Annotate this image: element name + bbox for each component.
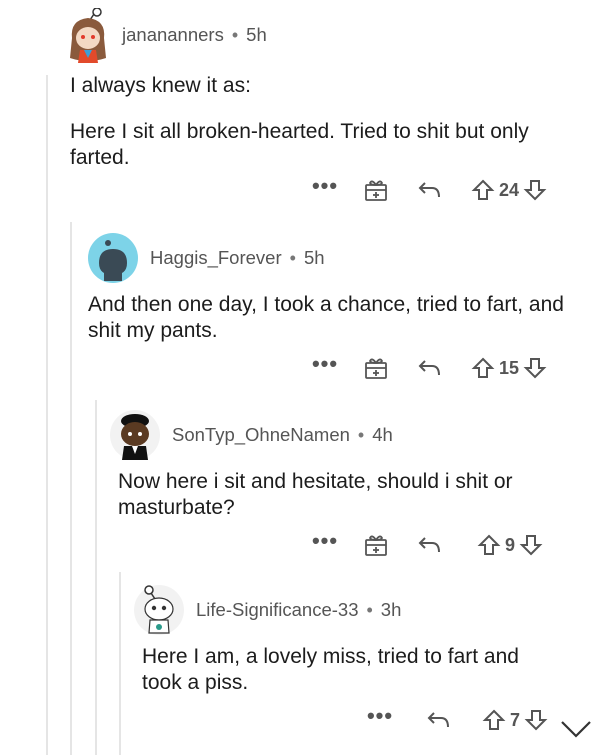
comment-janananners: janananners • 5h I always knew it as: He… — [70, 5, 590, 171]
avatar[interactable] — [66, 6, 110, 63]
comment-actions: ••• 24 — [305, 175, 547, 203]
username[interactable]: SonTyp_OhneNamen — [172, 424, 350, 446]
thread-line-3[interactable] — [95, 400, 97, 755]
comment-life-significance-33: Life-Significance-33 • 3h Here I am, a l… — [134, 580, 594, 696]
comment-text: And then one day, I took a chance, tried… — [88, 293, 564, 342]
upvote-arrow-icon[interactable] — [471, 178, 495, 202]
separator-dot: • — [231, 24, 239, 45]
downvote-arrow-icon[interactable] — [523, 178, 547, 202]
comment-haggis-forever: Haggis_Forever • 5h And then one day, I … — [88, 228, 588, 344]
avatar[interactable] — [110, 410, 160, 460]
comment-text: Here I am, a lovely miss, tried to fart … — [142, 645, 519, 694]
more-options-icon[interactable]: ••• — [305, 530, 345, 554]
reply-arrow-icon[interactable] — [426, 709, 452, 731]
separator-dot: • — [289, 247, 296, 268]
vote-count: 24 — [499, 179, 520, 200]
comment-header: Life-Significance-33 • 3h — [134, 580, 594, 640]
vote-count: 9 — [505, 534, 516, 555]
reply-arrow-icon[interactable] — [417, 179, 443, 201]
comment-text-line-2: Here I sit all broken-hearted. Tried to … — [70, 120, 529, 169]
timestamp: 4h — [372, 424, 393, 445]
upvote-arrow-icon[interactable] — [471, 356, 495, 380]
more-options-icon[interactable]: ••• — [305, 175, 345, 199]
comment-actions: ••• 9 — [305, 530, 543, 558]
more-options-icon[interactable]: ••• — [305, 353, 345, 377]
comment-actions: ••• 15 — [305, 353, 547, 381]
thread-line-4[interactable] — [119, 572, 121, 755]
avatar[interactable] — [134, 585, 184, 635]
collapse-thread-button[interactable] — [550, 710, 602, 755]
vote-count: 7 — [510, 709, 521, 730]
vote-count: 15 — [499, 357, 520, 378]
thread-line-1[interactable] — [46, 75, 48, 755]
timestamp: 5h — [246, 24, 267, 45]
award-gift-icon[interactable] — [363, 532, 389, 558]
thread-line-2[interactable] — [70, 222, 72, 755]
downvote-arrow-icon[interactable] — [519, 533, 543, 557]
comment-actions: ••• 7 — [360, 705, 548, 732]
timestamp: 5h — [303, 247, 325, 268]
upvote-arrow-icon[interactable] — [482, 708, 506, 732]
comment-text-line-1: I always knew it as: — [70, 74, 251, 97]
reply-arrow-icon[interactable] — [417, 357, 443, 379]
username[interactable]: Life-Significance-33 — [196, 599, 358, 621]
award-gift-icon[interactable] — [363, 355, 389, 381]
reply-arrow-icon[interactable] — [417, 534, 443, 556]
username[interactable]: Haggis_Forever — [150, 247, 282, 269]
separator-dot: • — [366, 599, 373, 620]
separator-dot: • — [357, 424, 365, 445]
upvote-arrow-icon[interactable] — [477, 533, 501, 557]
chevron-down-icon — [556, 716, 596, 749]
username[interactable]: janananners — [122, 24, 224, 46]
downvote-arrow-icon[interactable] — [523, 356, 547, 380]
comment-header: SonTyp_OhneNamen • 4h — [110, 405, 590, 465]
avatar[interactable] — [88, 233, 138, 283]
award-gift-icon[interactable] — [363, 177, 389, 203]
comment-text: Now here i sit and hesitate, should i sh… — [118, 470, 513, 519]
more-options-icon[interactable]: ••• — [360, 705, 400, 729]
comment-header: Haggis_Forever • 5h — [88, 228, 588, 288]
downvote-arrow-icon[interactable] — [524, 708, 548, 732]
comment-header: janananners • 5h — [70, 5, 590, 65]
comment-sontyp-ohnenamen: SonTyp_OhneNamen • 4h Now here i sit and… — [110, 405, 590, 521]
timestamp: 3h — [380, 599, 402, 620]
